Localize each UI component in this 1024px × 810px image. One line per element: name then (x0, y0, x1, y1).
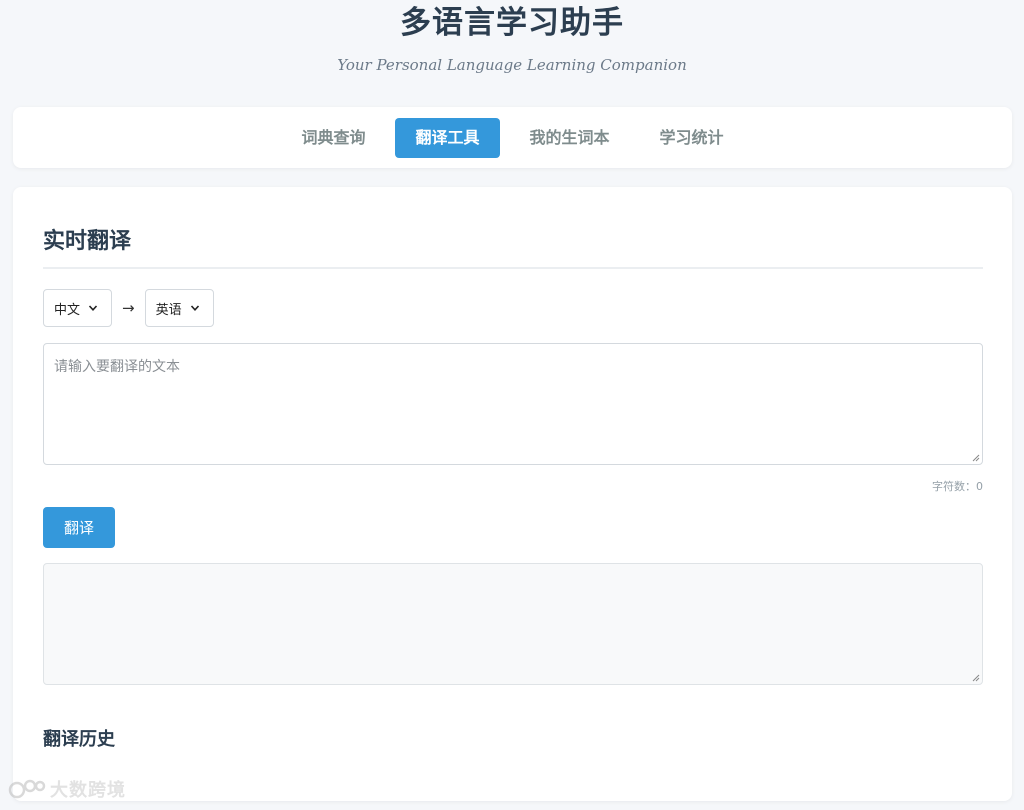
input-placeholder: 请输入要翻译的文本 (54, 359, 180, 375)
app-subtitle: Your Personal Language Learning Companio… (337, 56, 687, 74)
tab-dictionary[interactable]: 词典查询 (281, 118, 385, 158)
tab-statistics[interactable]: 学习统计 (640, 118, 744, 158)
tab-vocabulary[interactable]: 我的生词本 (510, 118, 630, 158)
resize-handle-icon[interactable] (971, 453, 980, 462)
watermark: 大数跨境 (8, 776, 126, 802)
target-language-select[interactable]: 英语 (144, 289, 214, 327)
target-language-value: 英语 (155, 302, 182, 318)
chevron-down-icon (88, 305, 98, 311)
arrow-right-icon: → (122, 299, 135, 317)
source-language-value: 中文 (54, 302, 81, 318)
char-count: 字符数：0 (932, 480, 983, 493)
chevron-down-icon (190, 305, 199, 311)
translate-button[interactable]: 翻译 (43, 507, 115, 548)
language-selector-row: 中文 → 英语 (43, 289, 214, 327)
app-header: 多语言学习助手 Your Personal Language Learning … (0, 0, 1024, 92)
watermark-logo-icon (8, 779, 46, 799)
section-title: 实时翻译 (43, 229, 132, 254)
nav-bar: 词典查询 翻译工具 我的生词本 学习统计 (13, 107, 1012, 168)
history-title: 翻译历史 (43, 729, 115, 750)
source-text-input[interactable]: 请输入要翻译的文本 (43, 343, 983, 465)
resize-handle-icon[interactable] (971, 673, 980, 682)
translation-output[interactable] (43, 563, 983, 685)
tab-translate[interactable]: 翻译工具 (395, 117, 500, 158)
divider (43, 267, 983, 269)
translate-panel: 实时翻译 中文 → 英语 请输入要翻译的文本 字符数：0 翻译 翻译历史 (13, 187, 1012, 801)
app-title: 多语言学习助手 (400, 5, 624, 41)
source-language-select[interactable]: 中文 (43, 289, 112, 327)
watermark-text: 大数跨境 (50, 780, 126, 801)
